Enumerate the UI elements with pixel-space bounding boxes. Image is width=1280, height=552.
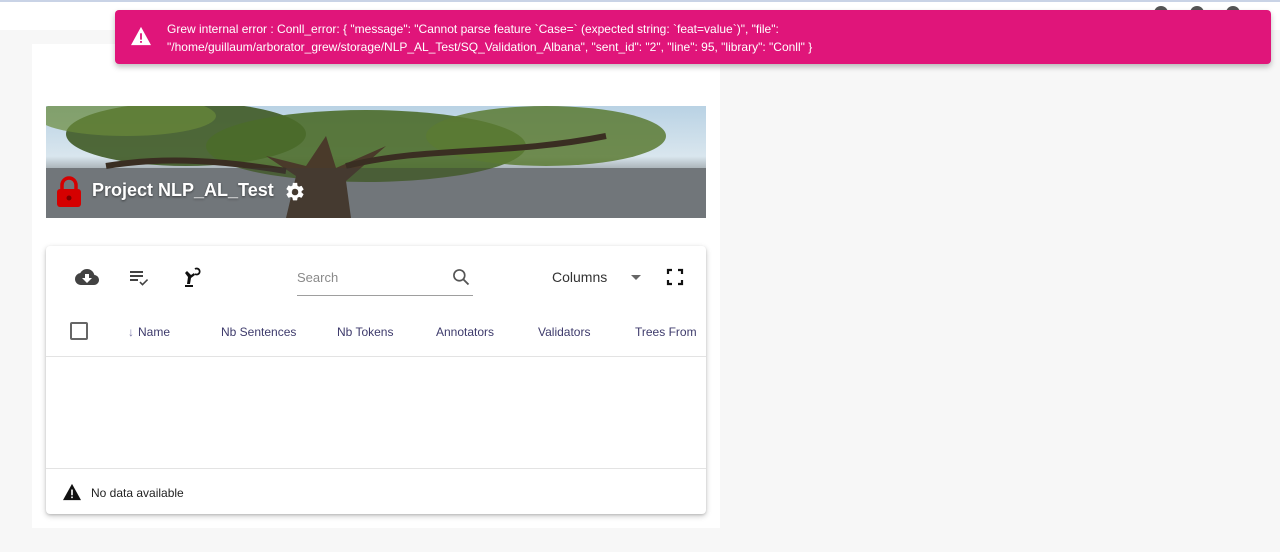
column-header-nb-sentences[interactable]: Nb Sentences bbox=[221, 325, 296, 339]
error-message-line: Grew internal error : Conll_error: { "me… bbox=[167, 22, 779, 36]
sort-arrow-down-icon: ↓ bbox=[128, 325, 134, 339]
samples-table-card: Columns ↓ Name Nb Sentences Nb Tokens Ann… bbox=[46, 246, 706, 514]
robotic-arm-icon bbox=[185, 267, 201, 287]
error-notification[interactable]: Grew internal error : Conll_error: { "me… bbox=[115, 10, 1271, 64]
error-message-line: "/home/guillaum/arborator_grew/storage/N… bbox=[167, 40, 813, 54]
search-field[interactable] bbox=[297, 262, 473, 296]
warning-icon bbox=[131, 26, 151, 46]
column-header-label: Name bbox=[138, 325, 171, 339]
table-body bbox=[46, 357, 706, 468]
project-banner-image bbox=[46, 106, 706, 218]
top-divider bbox=[0, 0, 1280, 2]
settings-gear-icon[interactable] bbox=[284, 181, 306, 203]
robot-parser-button[interactable] bbox=[176, 262, 206, 292]
no-data-message: No data available bbox=[91, 486, 184, 500]
table-footer: No data available bbox=[46, 468, 706, 514]
column-header-trees-from[interactable]: Trees From bbox=[635, 325, 697, 339]
lock-icon bbox=[57, 176, 81, 207]
fullscreen-icon bbox=[666, 268, 684, 286]
columns-select[interactable]: Columns bbox=[552, 264, 642, 290]
columns-label: Columns bbox=[552, 269, 608, 285]
search-input[interactable] bbox=[297, 262, 437, 292]
table-header-row: ↓ Name Nb Sentences Nb Tokens Annotators … bbox=[46, 314, 706, 357]
search-icon[interactable] bbox=[451, 267, 471, 287]
fullscreen-button[interactable] bbox=[660, 262, 690, 292]
chevron-down-icon bbox=[631, 274, 642, 280]
column-header-validators[interactable]: Validators bbox=[538, 325, 590, 339]
column-header-name[interactable]: ↓ Name bbox=[128, 325, 170, 339]
select-all-checkbox[interactable] bbox=[70, 322, 88, 340]
error-message: Grew internal error : Conll_error: { "me… bbox=[167, 20, 1257, 56]
column-header-nb-tokens[interactable]: Nb Tokens bbox=[337, 325, 393, 339]
select-list-button[interactable] bbox=[124, 262, 154, 292]
playlist-check-icon bbox=[130, 271, 149, 286]
project-title: Project NLP_AL_Test bbox=[92, 180, 274, 200]
cloud-download-icon bbox=[75, 269, 99, 285]
download-button[interactable] bbox=[72, 262, 102, 292]
warning-icon bbox=[63, 483, 81, 501]
column-header-annotators[interactable]: Annotators bbox=[436, 325, 494, 339]
